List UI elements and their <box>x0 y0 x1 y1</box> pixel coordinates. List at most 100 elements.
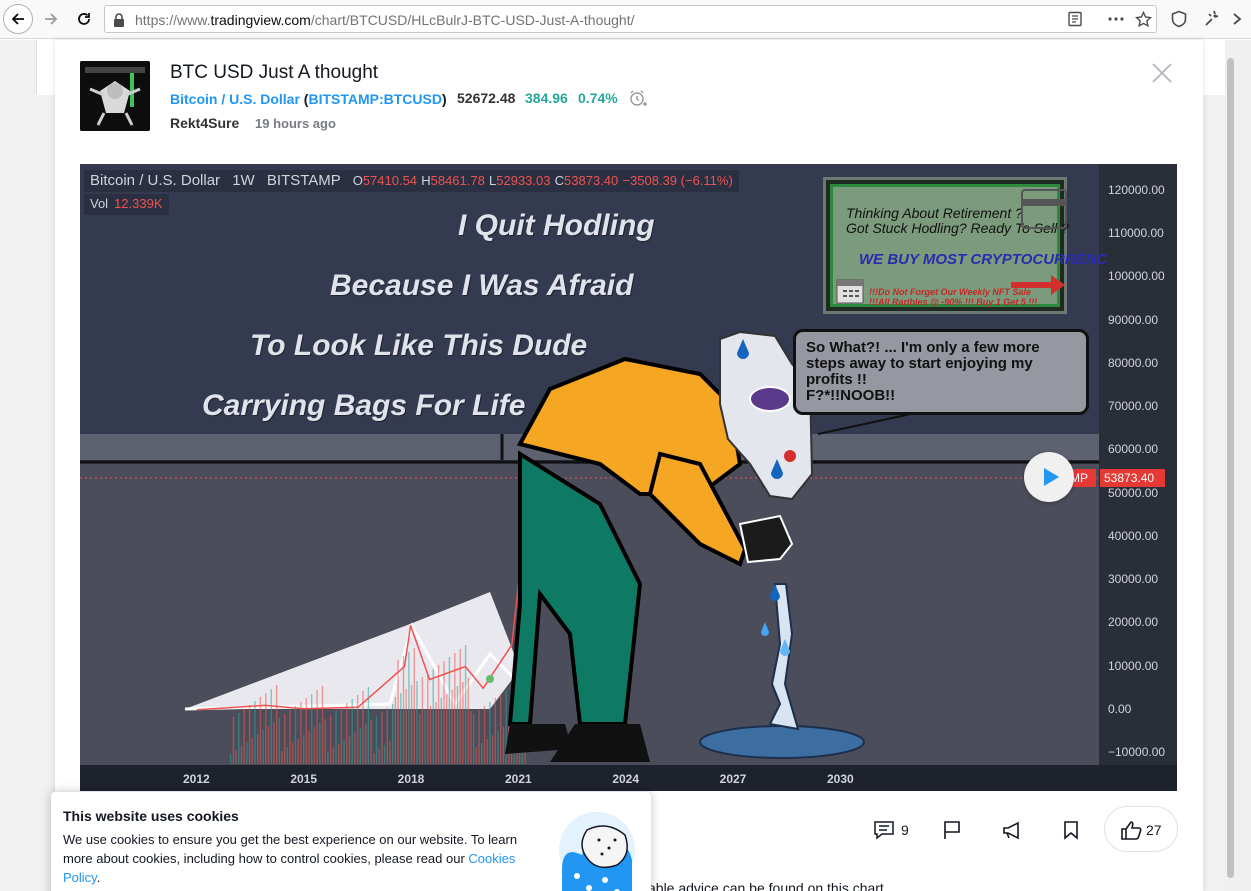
volume-bar <box>456 686 459 764</box>
reader-view-icon[interactable] <box>1067 11 1083 27</box>
scrollbar-thumb[interactable] <box>1227 58 1234 878</box>
card-icon <box>1021 189 1067 229</box>
volume-bar <box>265 693 267 764</box>
volume-bar <box>230 754 232 764</box>
caption-line-2: Because I Was Afraid <box>330 269 634 302</box>
volume-bar <box>340 707 343 764</box>
volume-bar <box>491 735 494 764</box>
puddle <box>699 725 865 759</box>
volume-bar <box>494 698 496 764</box>
volume-bar <box>332 748 334 764</box>
time-scale-label: 2024 <box>612 772 640 786</box>
volume-bar <box>410 685 413 764</box>
volume-bar <box>419 714 421 764</box>
bookmark-star-icon[interactable] <box>1135 11 1152 28</box>
calendar-icon <box>836 279 864 304</box>
flag-icon[interactable] <box>943 820 961 840</box>
legend-interval: 1W <box>232 172 255 189</box>
volume-bar <box>435 702 437 764</box>
volume-value: 12.339K <box>114 196 163 211</box>
time-scale-label: 2021 <box>505 772 532 786</box>
volume-bar <box>429 706 432 764</box>
cookie-period: . <box>96 870 101 885</box>
like-button[interactable] <box>1104 806 1178 852</box>
reload-icon <box>78 13 90 25</box>
forward-button[interactable] <box>36 4 66 34</box>
volume-bar <box>427 673 429 764</box>
bookmark-icon[interactable] <box>1063 820 1079 840</box>
volume-bar <box>378 749 380 764</box>
time-scale-label: 2030 <box>827 772 854 786</box>
volume-bar <box>416 681 418 764</box>
volume-bar <box>400 693 402 764</box>
thumbs-up-icon <box>1121 821 1142 840</box>
url-bar[interactable]: https://www.tradingview.com/chart/BTCUSD… <box>104 5 1157 33</box>
volume-bar <box>451 690 453 764</box>
volume-bar <box>356 695 359 764</box>
volume-bar <box>397 660 399 764</box>
volume-bar <box>497 731 499 764</box>
volume-bar <box>257 734 259 764</box>
overflow-chevron-icon[interactable] <box>1232 10 1244 28</box>
comments-count[interactable]: 9 <box>901 822 909 838</box>
volume-bar <box>235 750 237 764</box>
dude-glasses <box>749 386 791 412</box>
play-replay-button[interactable] <box>1024 452 1074 502</box>
chart-canvas[interactable]: Bitcoin / U.S. Dollar 1W BITSTAMP O57410… <box>80 164 1177 791</box>
volume-bar <box>321 686 324 764</box>
green-marker <box>486 675 494 683</box>
legend-symbol: Bitcoin / U.S. Dollar <box>90 172 221 189</box>
volume-label: Vol <box>90 196 109 211</box>
volume-bar <box>359 728 361 764</box>
volume-bar <box>351 699 353 764</box>
volume-bar <box>297 739 299 764</box>
volume-bar <box>478 710 480 764</box>
volume-bar <box>324 719 326 764</box>
price-scale-label: 20000.00 <box>1108 615 1159 630</box>
volume-bar <box>413 648 415 764</box>
volume-bar <box>470 711 472 764</box>
volume-bar <box>348 736 351 764</box>
lock-icon <box>114 13 124 27</box>
volume-bar <box>251 738 253 764</box>
last-price: 52672.48 <box>457 90 516 106</box>
volume-legend: Vol 12.339K <box>84 194 169 215</box>
extension-icon[interactable] <box>1203 10 1221 28</box>
volume-bar <box>267 726 270 764</box>
chart-legend: Bitcoin / U.S. Dollar 1W BITSTAMP O57410… <box>84 170 739 192</box>
volume-bar <box>286 747 289 764</box>
legend-exchange: BITSTAMP <box>266 172 341 189</box>
more-actions-icon[interactable] <box>1107 11 1125 27</box>
volume-bar <box>248 705 251 764</box>
volume-bar <box>308 731 310 764</box>
symbol-ticker-link[interactable]: BITSTAMP:BTCUSD <box>308 91 442 107</box>
volume-bar <box>421 677 424 764</box>
author-name[interactable]: Rekt4Sure <box>170 115 239 131</box>
reload-button[interactable] <box>69 4 99 34</box>
volume-bar <box>432 669 434 764</box>
megaphone-icon[interactable] <box>1002 820 1024 840</box>
volume-bar <box>516 752 518 764</box>
back-button[interactable] <box>3 4 33 34</box>
close-icon[interactable] <box>1151 62 1173 84</box>
publish-time: 19 hours ago <box>255 116 336 131</box>
volume-bar <box>275 685 278 764</box>
author-avatar[interactable] <box>80 61 150 131</box>
paren-close: ) <box>441 91 447 107</box>
symbol-name-link[interactable]: Bitcoin / U.S. Dollar <box>170 91 300 107</box>
speech-bubble: So What?! ... I'm only a few more steps … <box>793 329 1089 415</box>
volume-bar <box>437 665 440 764</box>
volume-bar <box>500 694 502 764</box>
shield-icon[interactable] <box>1170 10 1188 28</box>
volume-bar <box>270 689 272 764</box>
price-scale-label: 100000.00 <box>1108 269 1165 284</box>
cookie-banner: This website uses cookies We use cookies… <box>51 792 651 891</box>
volume-bar <box>302 735 305 764</box>
volume-bar <box>300 702 302 764</box>
volume-bar <box>381 712 383 764</box>
comments-icon[interactable] <box>873 820 895 840</box>
alarm-clock-icon[interactable] <box>628 89 648 109</box>
arrow-right-icon <box>45 13 58 25</box>
volume-bar <box>316 690 318 764</box>
parody-ad-inner: Thinking About Retirement ? Got Stuck Ho… <box>830 184 1107 307</box>
